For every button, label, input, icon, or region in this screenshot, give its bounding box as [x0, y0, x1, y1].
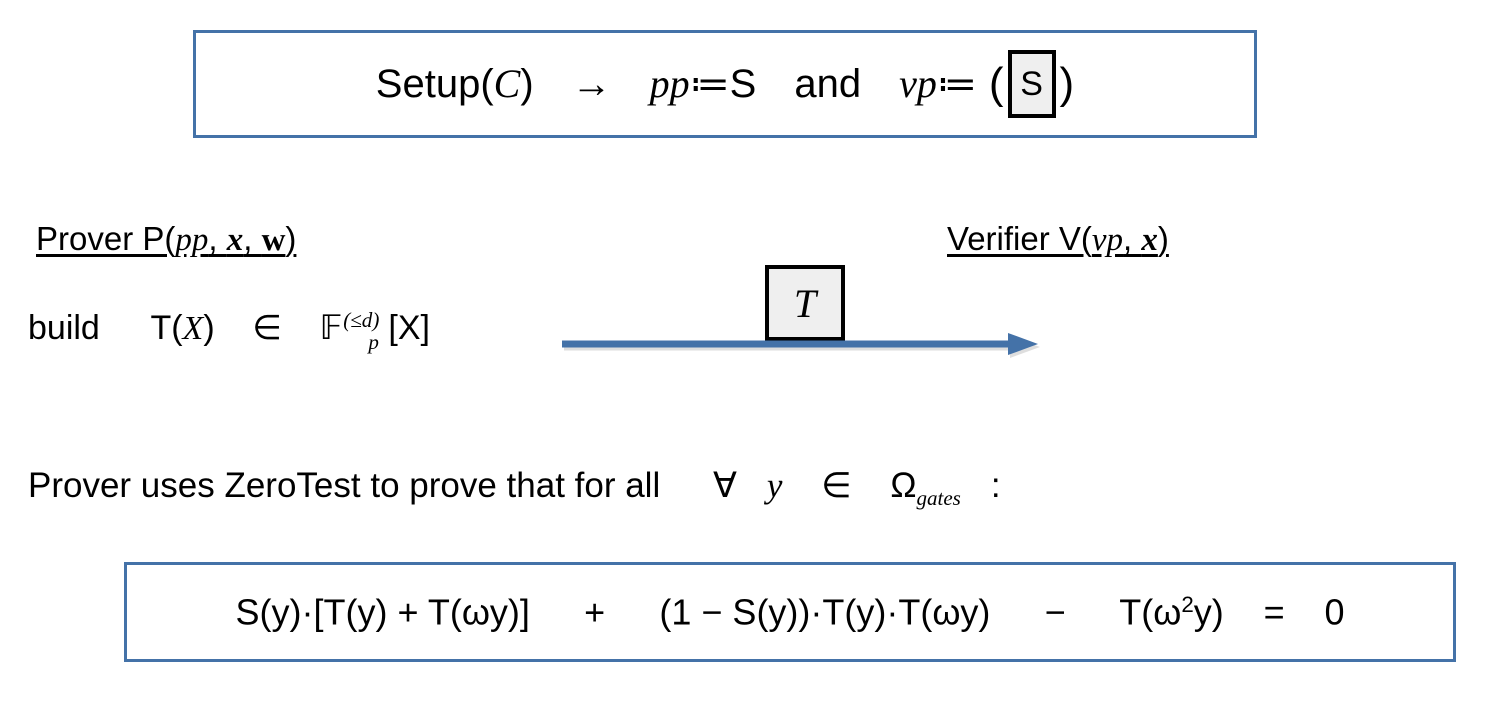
selector-commitment-box: S [1007, 50, 1056, 118]
gates-domain-subscript: gates [916, 485, 961, 510]
setup-conjunction: and [794, 62, 862, 106]
verifier-comma-1: , [1123, 220, 1142, 257]
eq-output-term-close: y) [1193, 591, 1224, 633]
prover-header: Prover P(pp, x, w) [36, 222, 296, 257]
eq-output-term-open: T(ω [1119, 591, 1182, 633]
zerotest-text: Prover uses ZeroTest to prove that for a… [28, 466, 661, 505]
verifier-arg-x: x [1141, 222, 1158, 258]
eq-term-selector-product: (1 − S(y))·T(y)·T(ωy) [659, 591, 991, 633]
eq-right-hand-side: 0 [1324, 591, 1345, 633]
gate-constraint-equation: S(y)·[T(y) + T(ωy)] + (1 − S(y))·T(y)·T(… [235, 591, 1345, 633]
build-poly-variable: X [182, 310, 204, 348]
setup-circuit-arg: C [493, 61, 521, 106]
build-poly-open-paren: ( [171, 309, 183, 348]
eq-equals-operator: = [1263, 591, 1285, 633]
eq-output-term-exponent: 2 [1181, 591, 1194, 617]
build-poly-close-paren: ) [203, 309, 215, 348]
prover-comma-1: , [208, 220, 227, 257]
pp-assign-operator: ≔ [689, 62, 730, 106]
verifier-params-symbol: vp [899, 61, 937, 106]
setup-arrow-glyph: → [571, 62, 612, 106]
field-degree-superscript: (≤d) [343, 308, 380, 332]
prover-comma-2: , [243, 220, 262, 257]
zerotest-variable: y [766, 466, 783, 505]
vp-assign-operator: ≔ [936, 62, 977, 106]
vp-close-paren: ) [1059, 59, 1075, 108]
forall-icon: ∀ [712, 466, 737, 505]
zerotest-statement: Prover uses ZeroTest to prove that for a… [28, 468, 1001, 509]
setup-function-name: Setup [375, 62, 481, 106]
setup-open-paren: ( [480, 62, 494, 106]
verifier-label-suffix: ) [1157, 220, 1169, 257]
zerotest-colon: : [990, 466, 1001, 505]
setup-close-paren: ) [520, 62, 534, 106]
verifier-arg-vp: vp [1091, 222, 1124, 258]
polynomial-ring-variable: [X] [388, 309, 430, 348]
public-params-symbol: pp [649, 61, 690, 106]
eq-plus-operator: + [584, 591, 606, 633]
prover-label-suffix: ) [285, 220, 297, 257]
field-characteristic-subscript: p [368, 329, 379, 354]
setup-statement-box: Setup(C) → pp ≔ S and vp ≔ ( S ) [193, 30, 1257, 138]
setup-formula: Setup(C) → pp ≔ S and vp ≔ ( S ) [376, 50, 1074, 118]
verifier-label-prefix: Verifier V( [947, 220, 1092, 257]
gates-domain-symbol: Ω [890, 466, 917, 505]
pp-value: S [729, 62, 757, 106]
prover-arg-w: w [261, 222, 286, 258]
prover-arg-pp: pp [175, 222, 209, 258]
prover-to-verifier-arrow [562, 333, 1040, 358]
prover-build-statement: build T(X) ∈ 𝔽(≤d)p [X] [28, 308, 430, 354]
verifier-header: Verifier V(vp, x) [947, 222, 1169, 257]
build-verb: build [28, 309, 100, 348]
prover-label-prefix: Prover P( [36, 220, 176, 257]
eq-term-selector-sum: S(y)·[T(y) + T(ωy)] [235, 591, 530, 633]
prover-arg-x: x [226, 222, 244, 258]
build-poly-name: T [150, 309, 172, 348]
gate-constraint-equation-box: S(y)·[T(y) + T(ωy)] + (1 − S(y))·T(y)·T(… [124, 562, 1456, 662]
eq-minus-operator: − [1044, 591, 1066, 633]
finite-field-symbol: 𝔽 [319, 308, 343, 349]
vp-open-paren: ( [988, 59, 1004, 108]
member-of-icon: ∈ [821, 466, 852, 505]
build-member-of-icon: ∈ [252, 309, 282, 348]
